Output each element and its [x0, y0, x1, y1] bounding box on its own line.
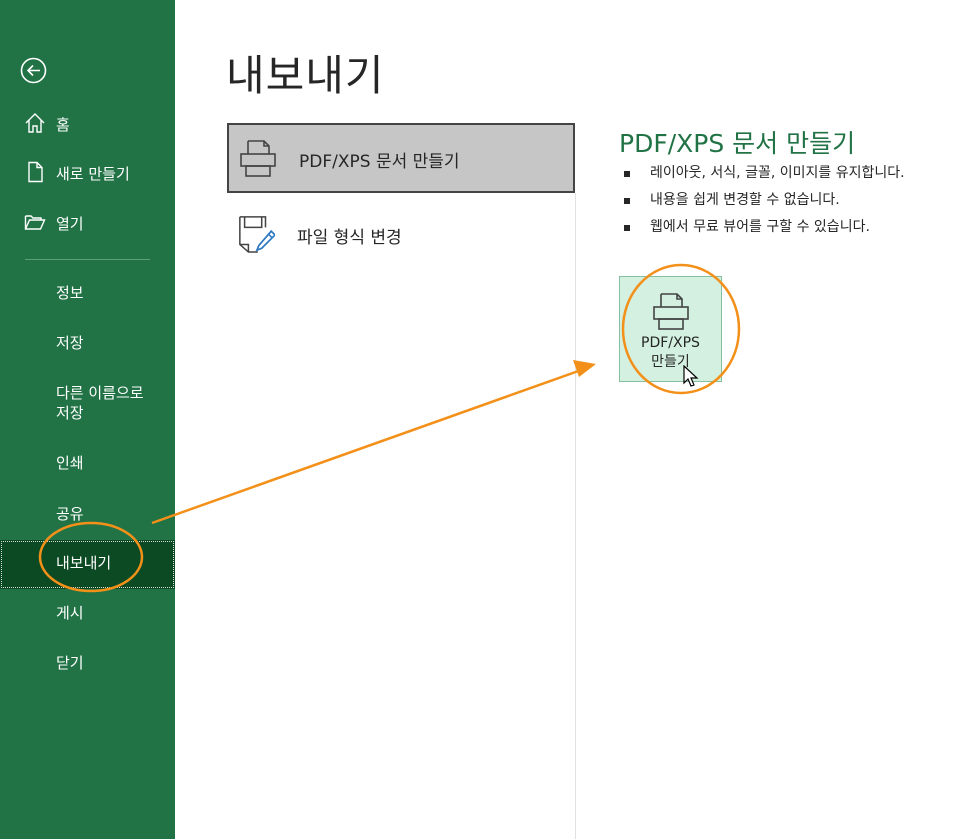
detail-bullet-list: 레이아웃, 서식, 글꼴, 이미지를 유지합니다. 내용을 쉽게 변경할 수 없…: [624, 162, 905, 243]
sidebar-divider: [25, 259, 150, 260]
sidebar-item-info[interactable]: 정보: [0, 269, 175, 317]
sidebar-home-label: 홈: [56, 116, 70, 134]
sidebar-new[interactable]: 새로 만들기: [0, 153, 175, 193]
home-icon: [25, 113, 45, 133]
detail-bullet-text: 레이아웃, 서식, 글꼴, 이미지를 유지합니다.: [650, 165, 905, 181]
sidebar-new-label: 새로 만들기: [56, 165, 130, 183]
file-format-edit-icon: [239, 216, 275, 253]
sidebar-item-label: 닫기: [56, 654, 84, 672]
export-option-label: 파일 형식 변경: [297, 228, 402, 248]
folder-open-icon: [24, 215, 46, 230]
mouse-cursor-icon: [683, 365, 699, 387]
sidebar-item-label: 공유: [56, 505, 84, 523]
bullet-icon: [624, 171, 630, 177]
sidebar-home[interactable]: 홈: [0, 104, 175, 144]
pane-divider: [575, 193, 576, 839]
sidebar-item-publish[interactable]: 게시: [0, 589, 175, 637]
detail-bullet: 레이아웃, 서식, 글꼴, 이미지를 유지합니다.: [624, 162, 905, 189]
detail-title: PDF/XPS 문서 만들기: [619, 129, 856, 158]
sidebar-item-label: 정보: [56, 284, 84, 302]
sidebar-item-print[interactable]: 인쇄: [0, 439, 175, 487]
detail-bullet-text: 웹에서 무료 뷰어를 구할 수 있습니다.: [650, 219, 870, 235]
bullet-icon: [624, 198, 630, 204]
detail-bullet: 웹에서 무료 뷰어를 구할 수 있습니다.: [624, 216, 905, 243]
sidebar-open-label: 열기: [56, 215, 84, 233]
sidebar-item-label: 게시: [56, 604, 84, 622]
sidebar-item-save[interactable]: 저장: [0, 319, 175, 367]
printer-icon: [653, 293, 689, 330]
new-document-icon: [28, 161, 43, 183]
create-pdf-xps-label: PDF/XPS 만들기: [620, 334, 721, 372]
printer-icon: [240, 140, 276, 177]
back-arrow-icon[interactable]: [20, 57, 47, 84]
sidebar-item-export[interactable]: 내보내기: [0, 540, 175, 589]
sidebar-item-close[interactable]: 닫기: [0, 639, 175, 687]
create-pdf-xps-label-line2: 만들기: [651, 354, 690, 370]
backstage-sidebar: 홈 새로 만들기 열기 정보 저장 다른 이름으로 저장 인쇄 공유 내보내기 …: [0, 0, 175, 839]
bullet-icon: [624, 225, 630, 231]
page-title: 내보내기: [226, 51, 385, 100]
create-pdf-xps-button[interactable]: PDF/XPS 만들기: [619, 276, 722, 382]
annotation-arrow-line: [151, 367, 585, 525]
export-option-label: PDF/XPS 문서 만들기: [299, 152, 460, 172]
sidebar-item-label: 내보내기: [56, 554, 112, 572]
detail-bullet: 내용을 쉽게 변경할 수 없습니다.: [624, 189, 905, 216]
export-option-change-file-type[interactable]: 파일 형식 변경: [227, 201, 575, 271]
export-option-create-pdf[interactable]: PDF/XPS 문서 만들기: [227, 123, 575, 193]
sidebar-open[interactable]: 열기: [0, 203, 175, 243]
detail-bullet-text: 내용을 쉽게 변경할 수 없습니다.: [650, 192, 840, 208]
annotation-arrow-head: [573, 360, 596, 377]
sidebar-item-save-as[interactable]: 다른 이름으로 저장: [0, 372, 175, 434]
sidebar-item-label: 다른 이름으로 저장: [56, 384, 144, 422]
sidebar-item-share[interactable]: 공유: [0, 489, 175, 537]
create-pdf-xps-label-line1: PDF/XPS: [641, 335, 700, 351]
sidebar-item-label: 저장: [56, 334, 84, 352]
sidebar-item-label: 인쇄: [56, 454, 84, 472]
